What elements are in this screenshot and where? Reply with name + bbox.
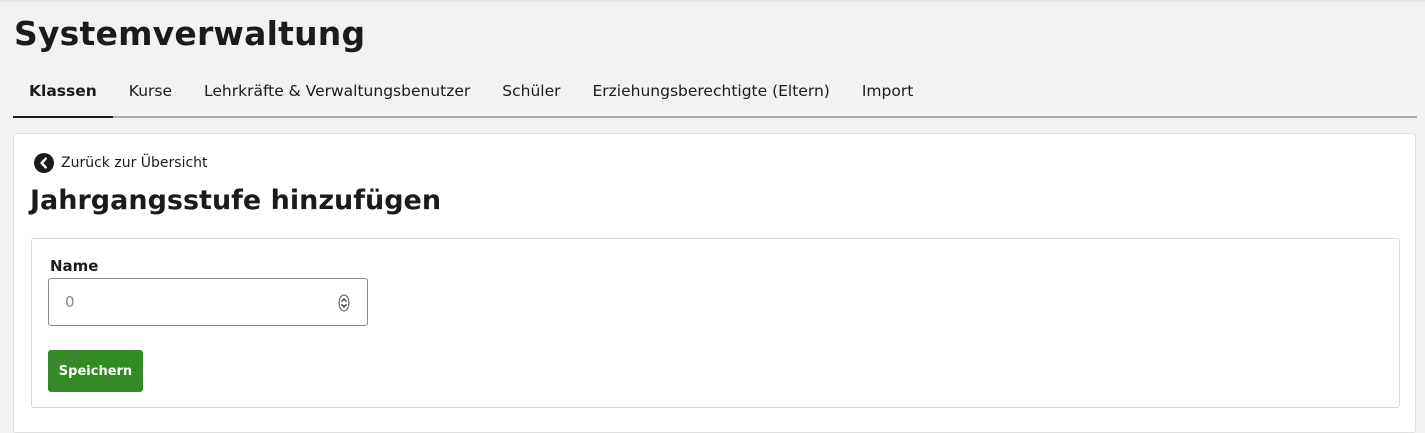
back-link-label: Zurück zur Übersicht <box>61 155 208 171</box>
tab-kurse[interactable]: Kurse <box>113 68 188 116</box>
tab-schueler[interactable]: Schüler <box>486 68 576 116</box>
tab-klassen[interactable]: Klassen <box>13 68 113 118</box>
name-input[interactable]: 0 <box>48 278 368 326</box>
content-card: Zurück zur Übersicht Jahrgangsstufe hinz… <box>13 133 1416 433</box>
form-panel: Name 0 Speichern <box>31 238 1400 408</box>
name-input-placeholder: 0 <box>65 293 75 311</box>
save-button[interactable]: Speichern <box>48 350 143 392</box>
name-label: Name <box>50 257 99 275</box>
chevron-left-circle-icon <box>34 153 54 173</box>
tab-bar: Klassen Kurse Lehrkräfte & Verwaltungsbe… <box>13 68 1417 118</box>
tab-erziehungsberechtigte[interactable]: Erziehungsberechtigte (Eltern) <box>577 68 846 116</box>
top-shadow <box>0 0 1425 3</box>
section-title: Jahrgangsstufe hinzufügen <box>30 185 442 216</box>
tab-import[interactable]: Import <box>846 68 929 116</box>
back-link[interactable]: Zurück zur Übersicht <box>34 153 208 173</box>
stepper-arrows-icon[interactable] <box>338 294 350 312</box>
page-title: Systemverwaltung <box>14 14 366 53</box>
tab-lehrkraefte[interactable]: Lehrkräfte & Verwaltungsbenutzer <box>188 68 486 116</box>
